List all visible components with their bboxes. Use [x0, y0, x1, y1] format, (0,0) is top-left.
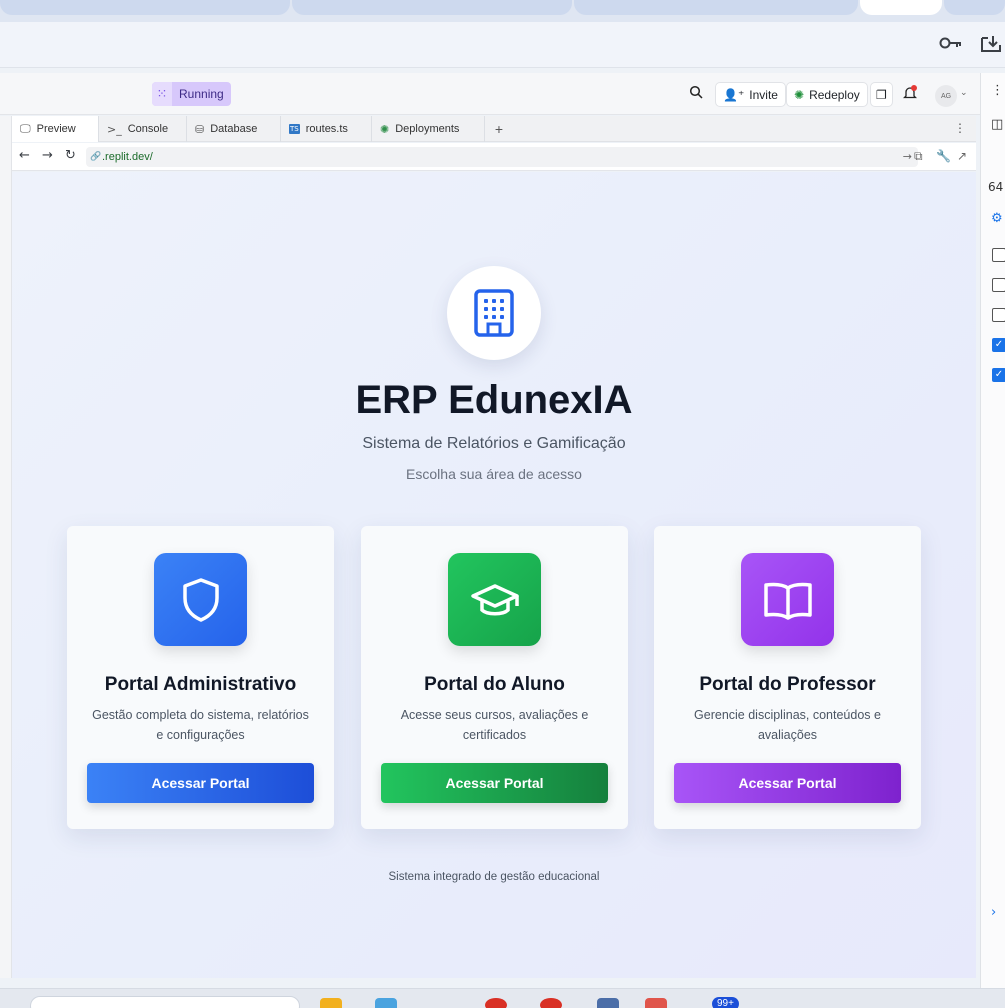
notification-count-badge: 99+	[712, 997, 739, 1008]
run-status-label: Running	[179, 87, 224, 101]
card-description: Acesse seus cursos, avaliações e certifi…	[400, 708, 589, 742]
os-taskbar: 99+	[0, 988, 1005, 1008]
typescript-file-icon: TS	[289, 124, 300, 134]
tab-label: Preview	[36, 123, 76, 135]
chevron-down-icon[interactable]: ⌄	[960, 88, 968, 98]
browser-tab[interactable]	[574, 0, 858, 15]
browser-tab-active[interactable]	[860, 0, 942, 15]
wrench-icon[interactable]: 🔧	[936, 149, 951, 163]
deploy-status-icon: ✺	[794, 87, 805, 102]
tab-database[interactable]: ⛁ Database	[187, 116, 281, 142]
layout-icon[interactable]: ⋮⋮	[991, 83, 1005, 98]
card-student-portal: Portal do Aluno Acesse seus cursos, aval…	[361, 526, 628, 829]
search-icon[interactable]	[689, 85, 703, 103]
app-icon[interactable]	[597, 998, 619, 1008]
chevron-right-icon[interactable]: ›	[991, 905, 996, 920]
gear-icon[interactable]: ⚙	[991, 211, 1003, 226]
right-side-panel: ⋮⋮ ◫ 64 ⚙ ✓ ✓ ›	[980, 73, 1005, 988]
redeploy-label: Redeploy	[809, 87, 860, 102]
app-icon[interactable]	[645, 998, 667, 1008]
preview-url-text: .replit.dev/	[102, 151, 153, 163]
download-icon[interactable]	[980, 35, 1002, 58]
tab-console[interactable]: >_ Console	[99, 116, 187, 142]
card-title: Portal Administrativo	[104, 674, 297, 695]
folder-icon[interactable]	[320, 998, 342, 1008]
notifications-bell-icon[interactable]	[902, 85, 918, 105]
windows-icon: ❐	[876, 87, 887, 102]
left-panel-edge	[0, 116, 12, 978]
devices-icon[interactable]: ⧉	[914, 149, 923, 164]
student-access-button[interactable]: Acessar Portal	[381, 763, 608, 803]
preview-url-bar: ← → ↻ 🔗 .replit.dev/ → ⧉ 🔧 ↗	[12, 143, 976, 171]
go-arrow-icon[interactable]: →	[903, 147, 912, 167]
checkbox-checked[interactable]: ✓	[992, 368, 1005, 382]
browser-tab-strip	[0, 0, 1005, 22]
right-panel-number: 64	[988, 180, 1004, 194]
split-view-button[interactable]: ❐	[870, 82, 893, 107]
invite-button[interactable]: 👤⁺ Invite	[715, 82, 786, 107]
taskbar-search[interactable]	[30, 996, 300, 1008]
terminal-icon: >_	[107, 122, 122, 136]
graduation-cap-icon	[448, 553, 541, 646]
tab-label: routes.ts	[305, 123, 348, 135]
card-admin-portal: Portal Administrativo Gestão completa do…	[67, 526, 334, 829]
browser-tab[interactable]	[292, 0, 572, 15]
card-description: Gestão completa do sistema, relatórios e…	[92, 708, 309, 742]
preview-url-input[interactable]: 🔗 .replit.dev/ →	[86, 147, 918, 167]
avatar-initials: AG	[940, 92, 952, 100]
workspace-tabs: 🖵 Preview >_ Console ⛁ Database TS route…	[12, 116, 976, 142]
tab-routes-ts[interactable]: TS routes.ts	[281, 116, 372, 142]
tab-label: Deployments	[395, 123, 460, 135]
deploy-icon: ✺	[380, 122, 390, 136]
avatar[interactable]: AG	[935, 85, 957, 107]
invite-label: Invite	[749, 87, 778, 102]
tab-label: Database	[210, 123, 258, 135]
chrome-profile-icon[interactable]	[540, 998, 562, 1008]
replit-header: ⁙ Running 👤⁺ Invite ✺ Redeploy ❐ ⌄	[0, 73, 980, 115]
add-user-icon: 👤⁺	[723, 87, 745, 102]
card-title: Portal do Aluno	[424, 674, 565, 695]
book-open-icon	[741, 553, 834, 646]
page-title: ERP EdunexIA	[355, 378, 633, 422]
chrome-profile-icon[interactable]	[485, 998, 507, 1008]
grid-icon: ⁙	[152, 82, 172, 106]
mail-icon[interactable]	[375, 998, 397, 1008]
monitor-icon: 🖵	[20, 122, 31, 135]
page-subtitle: Sistema de Relatórios e Gamificação	[362, 435, 626, 452]
more-options-icon[interactable]: ⋮	[954, 121, 966, 135]
browser-tab[interactable]	[0, 0, 290, 15]
browser-toolbar	[0, 22, 1005, 68]
checkbox[interactable]	[992, 278, 1005, 292]
card-description: Gerencie disciplinas, conteúdos e avalia…	[694, 708, 881, 742]
add-tab-button[interactable]: +	[485, 116, 513, 141]
teacher-access-button[interactable]: Acessar Portal	[674, 763, 901, 803]
back-arrow-icon[interactable]: ←	[19, 148, 30, 163]
access-prompt: Escolha sua área de acesso	[406, 466, 582, 482]
checkbox[interactable]	[992, 308, 1005, 322]
checkbox[interactable]	[992, 248, 1005, 262]
browser-tab[interactable]	[944, 0, 1005, 15]
sidebar-icon[interactable]: ◫	[991, 117, 1003, 132]
shield-icon	[154, 553, 247, 646]
key-icon[interactable]	[939, 35, 963, 55]
run-status[interactable]: ⁙ Running	[152, 82, 231, 106]
refresh-icon[interactable]: ↻	[65, 148, 76, 163]
database-icon: ⛁	[195, 122, 205, 136]
external-link-icon[interactable]: ↗	[957, 149, 967, 163]
tab-preview[interactable]: 🖵 Preview	[12, 116, 99, 142]
footer-text: Sistema integrado de gestão educacional	[388, 871, 600, 883]
admin-access-button[interactable]: Acessar Portal	[87, 763, 314, 803]
tab-label: Console	[127, 123, 169, 135]
tab-deployments[interactable]: ✺ Deployments	[372, 116, 485, 142]
building-icon	[447, 266, 541, 360]
link-icon: 🔗	[90, 152, 102, 162]
card-title: Portal do Professor	[699, 674, 876, 695]
app-preview: ERP EdunexIA Sistema de Relatórios e Gam…	[12, 172, 976, 978]
card-teacher-portal: Portal do Professor Gerencie disciplinas…	[654, 526, 921, 829]
checkbox-checked[interactable]: ✓	[992, 338, 1005, 352]
redeploy-button[interactable]: ✺ Redeploy	[786, 82, 868, 107]
forward-arrow-icon[interactable]: →	[42, 148, 53, 163]
